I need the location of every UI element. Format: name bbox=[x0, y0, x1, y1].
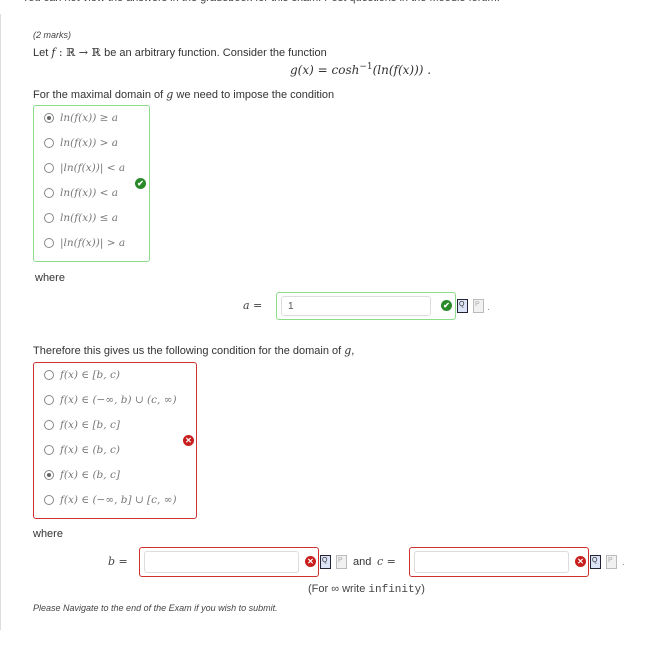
radio-button[interactable] bbox=[44, 495, 54, 505]
intro-map: : ℝ → ℝ bbox=[55, 46, 105, 59]
condition-options-group: ln(f(x)) ≥ a ln(f(x)) > a |ln(f(x))| < a… bbox=[33, 105, 150, 262]
c-input[interactable] bbox=[414, 551, 569, 573]
equation-rhs: (ln(f(x))) . bbox=[372, 63, 432, 77]
b-label: b = bbox=[108, 555, 128, 568]
option-label: f(x) ∈ (b, c] bbox=[60, 469, 120, 481]
condition-option[interactable]: |ln(f(x))| < a bbox=[44, 161, 125, 175]
c-label: c = bbox=[377, 555, 396, 568]
plain-doc-icon[interactable]: P bbox=[336, 555, 347, 569]
doc-glyph: P bbox=[475, 301, 480, 308]
domain-option[interactable]: f(x) ∈ [b, c] bbox=[44, 418, 120, 432]
a-input[interactable] bbox=[281, 296, 431, 316]
radio-button[interactable] bbox=[44, 213, 54, 223]
condition-option[interactable]: ln(f(x)) > a bbox=[44, 136, 118, 150]
option-label: ln(f(x)) ≥ a bbox=[60, 112, 119, 124]
domain-option[interactable]: f(x) ∈ (b, c) bbox=[44, 443, 120, 457]
intro-prefix: Let bbox=[33, 47, 52, 59]
domain-prefix: Therefore this gives us the following co… bbox=[33, 345, 345, 357]
option-label: |ln(f(x))| < a bbox=[60, 162, 126, 174]
equation-lhs: g(x) = cosh bbox=[290, 63, 360, 77]
condition-suffix: we need to impose the condition bbox=[173, 89, 335, 101]
intro-suffix: be an arbitrary function. Consider the f… bbox=[104, 47, 327, 59]
a-label: a = bbox=[243, 299, 263, 312]
view-answer-doc-icon[interactable]: Q bbox=[457, 299, 468, 313]
condition-option[interactable]: ln(f(x)) ≤ a bbox=[44, 211, 118, 225]
incorrect-cross-icon: ✕ bbox=[575, 556, 586, 567]
option-label: f(x) ∈ [b, c) bbox=[60, 369, 120, 381]
domain-suffix: , bbox=[351, 345, 355, 357]
radio-button[interactable] bbox=[44, 188, 54, 198]
incorrect-cross-icon: ✕ bbox=[183, 435, 194, 446]
hint-prefix: (For ∞ write bbox=[308, 583, 369, 595]
domain-option[interactable]: f(x) ∈ (−∞, b] ∪ [c, ∞) bbox=[44, 493, 177, 507]
radio-button[interactable] bbox=[44, 163, 54, 173]
period: . bbox=[487, 302, 490, 313]
hint-code: infinity bbox=[368, 584, 422, 596]
condition-option[interactable]: ln(f(x)) < a bbox=[44, 186, 118, 200]
equation-superscript: −1 bbox=[359, 62, 373, 72]
radio-button[interactable] bbox=[44, 445, 54, 455]
option-label: ln(f(x)) ≤ a bbox=[60, 212, 119, 224]
and-label: and bbox=[353, 556, 372, 568]
question-frame-border bbox=[0, 14, 4, 630]
question-intro: Let f : ℝ → ℝ be an arbitrary function. … bbox=[33, 46, 327, 59]
doc-glyph: Q bbox=[322, 557, 328, 564]
radio-button[interactable] bbox=[44, 420, 54, 430]
plain-doc-icon[interactable]: P bbox=[473, 299, 484, 313]
view-answer-doc-icon[interactable]: Q bbox=[590, 555, 601, 569]
doc-glyph: P bbox=[608, 557, 613, 564]
where-label-1: where bbox=[35, 272, 65, 284]
condition-prefix: For the maximal domain of bbox=[33, 89, 167, 101]
radio-button[interactable] bbox=[44, 113, 54, 123]
doc-glyph: Q bbox=[459, 301, 465, 308]
domain-option[interactable]: f(x) ∈ [b, c) bbox=[44, 368, 120, 382]
gradebook-notice: You can not view the answers in the grad… bbox=[22, 0, 500, 4]
doc-glyph: Q bbox=[592, 557, 598, 564]
radio-button[interactable] bbox=[44, 238, 54, 248]
option-label: ln(f(x)) > a bbox=[60, 137, 119, 149]
b-input[interactable] bbox=[144, 551, 299, 573]
option-label: f(x) ∈ [b, c] bbox=[60, 419, 120, 431]
correct-check-icon: ✔ bbox=[441, 300, 452, 311]
incorrect-cross-icon: ✕ bbox=[305, 556, 316, 567]
domain-options-group: f(x) ∈ [b, c) f(x) ∈ (−∞, b) ∪ (c, ∞) f(… bbox=[33, 362, 197, 519]
condition-option[interactable]: ln(f(x)) ≥ a bbox=[44, 111, 118, 125]
domain-option[interactable]: f(x) ∈ (−∞, b) ∪ (c, ∞) bbox=[44, 393, 177, 407]
period: . bbox=[622, 557, 625, 568]
hint-suffix: ) bbox=[421, 583, 425, 595]
radio-button[interactable] bbox=[44, 138, 54, 148]
doc-glyph: P bbox=[338, 557, 343, 564]
plain-doc-icon[interactable]: P bbox=[606, 555, 617, 569]
radio-button[interactable] bbox=[44, 370, 54, 380]
infinity-hint: (For ∞ write infinity) bbox=[308, 583, 425, 596]
condition-prompt: For the maximal domain of g we need to i… bbox=[33, 88, 334, 101]
option-label: f(x) ∈ (−∞, b) ∪ (c, ∞) bbox=[60, 394, 177, 406]
option-label: ln(f(x)) < a bbox=[60, 187, 119, 199]
option-label: |ln(f(x))| > a bbox=[60, 237, 126, 249]
domain-option[interactable]: f(x) ∈ (b, c] bbox=[44, 468, 120, 482]
view-answer-doc-icon[interactable]: Q bbox=[320, 555, 331, 569]
domain-prompt: Therefore this gives us the following co… bbox=[33, 344, 354, 357]
b-answer-box: ✕ bbox=[139, 547, 319, 577]
where-label-2: where bbox=[33, 528, 63, 540]
c-answer-box: ✕ bbox=[409, 547, 589, 577]
question-marks: (2 marks) bbox=[33, 30, 71, 40]
radio-button[interactable] bbox=[44, 395, 54, 405]
radio-button[interactable] bbox=[44, 470, 54, 480]
option-label: f(x) ∈ (−∞, b] ∪ [c, ∞) bbox=[60, 494, 177, 506]
correct-check-icon: ✔ bbox=[135, 178, 146, 189]
display-equation: g(x) = cosh−1(ln(f(x))) . bbox=[290, 62, 431, 77]
submit-navigation-note: Please Navigate to the end of the Exam i… bbox=[33, 603, 278, 613]
option-label: f(x) ∈ (b, c) bbox=[60, 444, 120, 456]
a-answer-box: ✔ bbox=[276, 292, 456, 320]
condition-option[interactable]: |ln(f(x))| > a bbox=[44, 236, 125, 250]
